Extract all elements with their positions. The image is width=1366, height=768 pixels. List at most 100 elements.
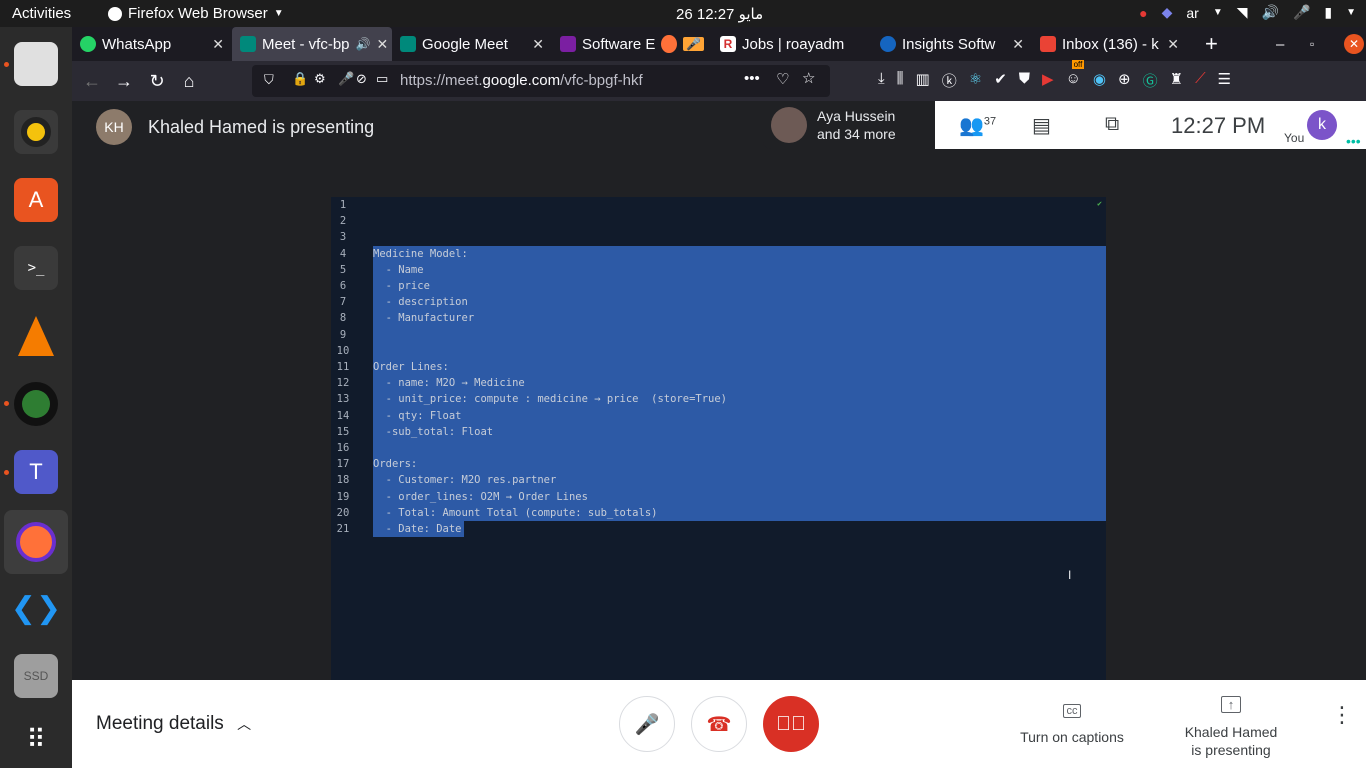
lock-icon[interactable]: 🔒 [292, 71, 308, 87]
url-text[interactable]: https://meet.google.com/vfc-bpgf-hkf [400, 72, 643, 89]
youtube-extension-icon[interactable]: ▶ [1042, 70, 1054, 91]
react-devtools-icon[interactable]: ⚛ [969, 70, 982, 91]
minimize-icon[interactable]: – [1268, 27, 1292, 61]
firefox-dock-icon[interactable] [4, 510, 68, 574]
system-tray[interactable]: ● ◆ ar ▼ ◥ 🔊 🎤 ▮ ▼ [1139, 4, 1356, 21]
code-line[interactable]: 6 - price [331, 278, 1106, 294]
microphone-button[interactable]: 🎤 [619, 696, 675, 752]
captions-button[interactable]: cc Turn on captions [1012, 702, 1132, 746]
camera-off-icon[interactable]: ⊘ [356, 71, 367, 87]
code-line[interactable]: 7 - description [331, 294, 1106, 310]
chat-icon[interactable]: ▤ [1032, 113, 1051, 138]
line-number: 2 [339, 215, 347, 228]
grammarly-icon[interactable]: Ⓖ [1143, 70, 1158, 91]
code-line[interactable]: 2 [331, 213, 1106, 229]
microphone-active-icon[interactable]: 🎤 [338, 71, 354, 87]
address-bar[interactable]: ⛉ 🔒 ⚙ 🎤 ⊘ ▭ https://meet.google.com/vfc-… [252, 65, 830, 97]
code-line[interactable]: 4 Medicine Model: [331, 246, 1106, 262]
code-line[interactable]: 18 - Customer: M2O res.partner [331, 472, 1106, 488]
notification-icon[interactable]: ▭ [376, 71, 388, 87]
close-icon[interactable]: ✕ [532, 36, 544, 53]
code-line[interactable]: 9 [331, 327, 1106, 343]
blue-extension-icon[interactable]: ◉ [1093, 70, 1106, 91]
m-extension-icon[interactable]: ♜ [1170, 70, 1183, 91]
permissions-icon[interactable]: ⚙ [314, 71, 326, 87]
more-options-dots-icon[interactable]: ••• [1346, 133, 1361, 149]
app-menu[interactable]: Firefox Web Browser ▼ [108, 5, 284, 22]
forward-icon[interactable]: → [112, 69, 136, 93]
tab-inbox[interactable]: Inbox (136) - k ✕ [1032, 27, 1187, 61]
extension-off-icon[interactable]: ☺ off [1066, 60, 1085, 91]
rhythmbox-icon[interactable] [14, 110, 58, 154]
code-line[interactable]: 1 [331, 197, 1106, 213]
code-line[interactable]: 21 - Date: Date [331, 521, 1106, 537]
leave-call-button[interactable]: ☎ [691, 696, 747, 752]
code-line[interactable]: 19 - order_lines: O2M → Order Lines [331, 489, 1106, 505]
code-line[interactable]: 11 Order Lines: [331, 359, 1106, 375]
ssd-drive-icon[interactable]: SSD [14, 654, 58, 698]
shield-extension-icon[interactable]: ⛊ [1019, 70, 1030, 91]
window-close-button[interactable]: ✕ [1336, 27, 1366, 61]
ubuntu-software-icon[interactable]: A [14, 178, 58, 222]
speaker-icon[interactable]: 🔊 [356, 37, 371, 51]
camera-icon[interactable] [14, 382, 58, 426]
meeting-details-button[interactable]: Meeting details ︿ [96, 713, 251, 735]
tab-jobs[interactable]: R Jobs | roayadm [712, 27, 872, 61]
participant-preview[interactable]: Aya Hussein and 34 more [763, 101, 935, 149]
close-icon[interactable]: ✕ [376, 36, 388, 53]
line-number: 16 [336, 442, 350, 454]
code-line[interactable]: 3 [331, 229, 1106, 245]
code-line[interactable]: 15 -sub_total: Float [331, 424, 1106, 440]
more-actions-icon[interactable]: ••• [744, 70, 760, 87]
menu-icon[interactable]: ☰ [1218, 70, 1231, 91]
user-avatar[interactable]: k [1307, 110, 1337, 140]
present-now-button[interactable]: ↑ Khaled Hamed is presenting [1172, 694, 1290, 759]
vlc-icon[interactable] [14, 314, 58, 358]
activities-button[interactable]: Activities [12, 5, 71, 22]
code-line[interactable]: 16 [331, 440, 1106, 456]
camera-toggle-button[interactable]: ▶⃠ [763, 696, 819, 752]
tab-software[interactable]: Software E 🎤 [552, 27, 712, 61]
sidebar-icon[interactable]: ▥ [916, 70, 930, 91]
back-icon[interactable]: ← [80, 69, 104, 93]
pocket-icon[interactable]: ♡ [776, 70, 789, 88]
url-domain: google.com [482, 72, 561, 89]
tab-whatsapp[interactable]: WhatsApp ✕ [72, 27, 232, 61]
code-line[interactable]: 20 - Total: Amount Total (compute: sub_t… [331, 505, 1106, 521]
tab-meet-active[interactable]: Meet - vfc-bp 🔊 ✕ [232, 27, 392, 61]
clock[interactable]: 26 مايو 12:27 [676, 5, 763, 23]
teams-icon[interactable]: T [14, 450, 58, 494]
files-icon[interactable] [14, 42, 58, 86]
show-apps-icon[interactable]: ⠿ [14, 717, 58, 761]
people-icon[interactable]: 👥37 [959, 113, 996, 138]
reload-icon[interactable]: ↻ [145, 69, 169, 93]
download-icon[interactable]: ⤓ [878, 70, 885, 91]
code-line[interactable]: 17 Orders: [331, 456, 1106, 472]
maximize-icon[interactable]: ▫ [1302, 27, 1322, 61]
tab-insights[interactable]: Insights Softw ✕ [872, 27, 1032, 61]
home-icon[interactable]: ⌂ [177, 69, 201, 93]
globe-extension-icon[interactable]: ⊕ [1118, 70, 1131, 91]
new-tab-button[interactable]: + [1197, 27, 1226, 61]
activities-icon[interactable]: ⧉ [1105, 113, 1119, 136]
vscode-icon[interactable]: ❮❯ [11, 586, 61, 630]
shield-icon[interactable]: ⛉ [264, 72, 274, 88]
code-line[interactable]: 13 - unit_price: compute : medicine → pr… [331, 391, 1106, 407]
terminal-icon[interactable]: >_ [14, 246, 58, 290]
code-line[interactable]: 5 - Name [331, 262, 1106, 278]
k-extension-icon[interactable]: ⓚ [942, 70, 957, 91]
code-line[interactable]: 10 [331, 343, 1106, 359]
code-line[interactable]: 14 - qty: Float [331, 408, 1106, 424]
check-extension-icon[interactable]: ✔ [994, 70, 1007, 91]
tab-google-meet[interactable]: Google Meet ✕ [392, 27, 552, 61]
more-options-icon[interactable]: ⋮ [1331, 704, 1353, 726]
language-indicator[interactable]: ar [1186, 5, 1198, 21]
red-extension-icon[interactable]: ⟋ [1195, 70, 1206, 91]
bookmark-star-icon[interactable]: ☆ [802, 69, 815, 87]
close-icon[interactable]: ✕ [212, 36, 224, 53]
close-icon[interactable]: ✕ [1167, 36, 1179, 53]
library-icon[interactable]: ⫼ [897, 70, 904, 91]
code-line[interactable]: 12 - name: M2O → Medicine [331, 375, 1106, 391]
close-icon[interactable]: ✕ [1012, 36, 1024, 53]
code-line[interactable]: 8 - Manufacturer [331, 310, 1106, 326]
